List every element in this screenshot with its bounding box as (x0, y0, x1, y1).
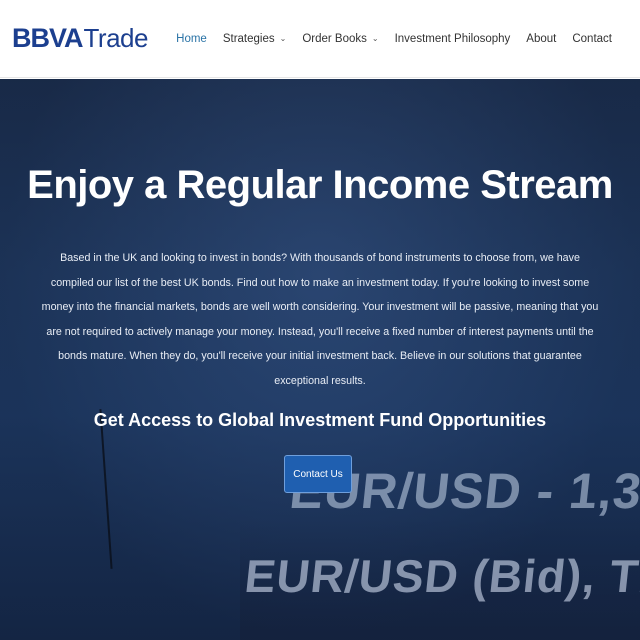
nav-strategies[interactable]: Strategies ⌄ (215, 33, 294, 45)
contact-us-button[interactable]: Contact Us (284, 455, 352, 493)
logo-brand: BBVA (12, 23, 84, 53)
nav-order-books[interactable]: Order Books ⌄ (294, 33, 386, 45)
logo-sub: Trade (83, 23, 149, 53)
hero-body-text: Based in the UK and looking to invest in… (41, 252, 599, 387)
hero-title: Enjoy a Regular Income Stream (27, 163, 613, 207)
nav-investment-philosophy-label: Investment Philosophy (394, 32, 511, 45)
chevron-down-icon: ⌄ (371, 34, 379, 43)
nav-about[interactable]: About (518, 33, 564, 45)
hero-subtitle: Get Access to Global Investment Fund Opp… (93, 410, 547, 430)
nav-contact-label: Contact (572, 32, 612, 45)
nav-strategies-label: Strategies (222, 32, 275, 45)
site-logo[interactable]: BBVA Trade (12, 23, 148, 54)
hero-section: EUR/USD - 1,35379 - 00:0 EUR/USD (Bid), … (0, 79, 640, 640)
nav-home-label: Home (176, 32, 207, 45)
chevron-down-icon: ⌄ (279, 34, 287, 43)
nav-investment-philosophy[interactable]: Investment Philosophy (387, 33, 519, 45)
nav-home[interactable]: Home (168, 33, 215, 45)
nav-contact[interactable]: Contact (564, 33, 620, 45)
background-ticker-line: EUR/USD (Bid), Ticks, # 300 / 300 (242, 550, 640, 602)
nav-about-label: About (526, 32, 557, 45)
main-nav: Home Strategies ⌄ Order Books ⌄ Investme… (168, 33, 620, 45)
site-header: BBVA Trade Home Strategies ⌄ Order Books… (0, 0, 640, 78)
nav-order-books-label: Order Books (302, 32, 367, 45)
